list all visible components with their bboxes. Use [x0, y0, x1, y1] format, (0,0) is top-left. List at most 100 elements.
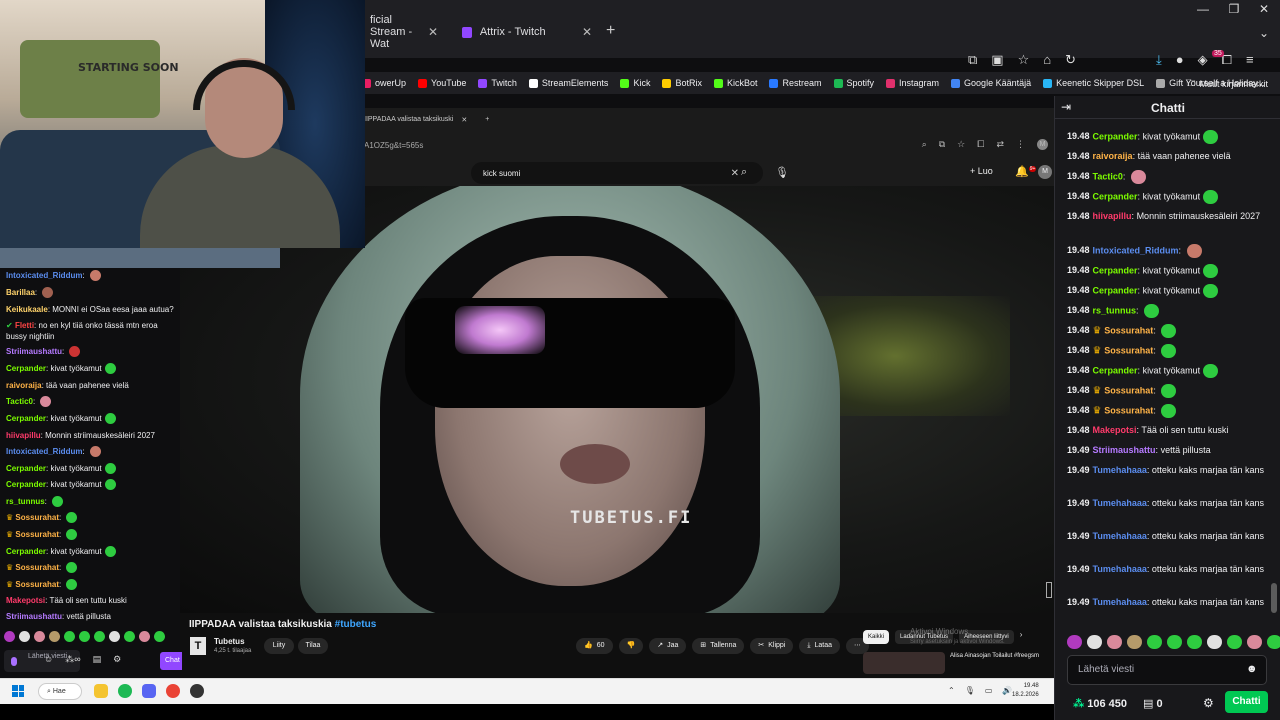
- chat-username[interactable]: Cerpander: [6, 480, 46, 489]
- chat-username[interactable]: Sossurahat: [1104, 385, 1153, 395]
- emote-picker-icon[interactable]: ☻: [1246, 663, 1258, 675]
- browser-tab-youtube[interactable]: ficial Stream - Wat ✕: [360, 14, 448, 50]
- extension-icon[interactable]: ⧠: [977, 139, 984, 150]
- chat-username[interactable]: Intoxicated_Riddum: [1093, 245, 1179, 255]
- chat-username[interactable]: Intoxicated_Riddum: [6, 447, 82, 456]
- chat-username[interactable]: raivoraija: [1093, 151, 1133, 161]
- notifications-bell-icon[interactable]: 🔔9+: [1015, 165, 1037, 178]
- close-tab-icon[interactable]: ✕: [428, 25, 438, 39]
- chat-username[interactable]: Sossurahat: [1104, 345, 1153, 355]
- chat-username[interactable]: Cerpander: [1093, 131, 1138, 141]
- chat-username[interactable]: Sossurahat: [15, 530, 59, 539]
- chat-username[interactable]: Sossurahat: [15, 580, 59, 589]
- new-tab-icon[interactable]: +: [485, 116, 489, 124]
- create-button[interactable]: + Luo: [970, 166, 993, 176]
- spotify-icon[interactable]: [118, 684, 132, 698]
- chat-input[interactable]: Lähetä viesti: [1067, 655, 1267, 685]
- clip-button[interactable]: ✂ Klippi: [750, 638, 794, 654]
- network-icon[interactable]: ▭: [985, 686, 993, 695]
- video-hashtag[interactable]: #tubetus: [335, 619, 377, 630]
- chat-username[interactable]: Tactic0: [1093, 171, 1123, 181]
- extension-icon[interactable]: ◈: [1198, 52, 1208, 68]
- emote-icon[interactable]: [4, 631, 15, 642]
- picture-in-picture-icon[interactable]: ▣: [991, 52, 1003, 68]
- bookmark-item[interactable]: Twitch: [478, 78, 517, 88]
- bookmark-item[interactable]: BotRix: [662, 78, 702, 88]
- restore-icon[interactable]: ❐: [1219, 2, 1249, 16]
- chat-username[interactable]: Cerpander: [6, 364, 46, 373]
- bookmark-item[interactable]: owerUp: [362, 78, 406, 88]
- chat-username[interactable]: rs_tunnus: [6, 497, 45, 506]
- other-bookmarks[interactable]: 🗀 Muut kirjanmerkit: [1186, 76, 1268, 92]
- chat-username[interactable]: Cerpander: [6, 547, 46, 556]
- chat-username[interactable]: Fletti: [15, 321, 34, 330]
- like-button[interactable]: 👍 60: [576, 638, 613, 654]
- home-icon[interactable]: ⌂: [1043, 52, 1051, 68]
- video-player[interactable]: TUBETUS.FI: [180, 186, 1054, 613]
- microphone-icon[interactable]: 🎙: [775, 166, 789, 179]
- emote-icon[interactable]: [1087, 635, 1102, 649]
- microphone-icon[interactable]: [11, 657, 17, 666]
- chat-username[interactable]: Sossurahat: [15, 513, 59, 522]
- emote-icon[interactable]: [1067, 635, 1082, 649]
- chat-username[interactable]: Striimaushattu: [6, 347, 62, 356]
- chat-username[interactable]: Tumehahaaa: [1093, 531, 1147, 541]
- emote-icon[interactable]: [1207, 635, 1222, 649]
- chat-username[interactable]: Cerpander: [6, 464, 46, 473]
- chat-username[interactable]: Tactic0: [6, 397, 33, 406]
- settings-gear-icon[interactable]: ⚙: [113, 654, 121, 665]
- download-icon[interactable]: ⤓: [1156, 52, 1162, 68]
- chat-scrollbar[interactable]: [1271, 583, 1277, 613]
- emote-icon[interactable]: [1247, 635, 1262, 649]
- discord-icon[interactable]: [142, 684, 156, 698]
- emote-icon[interactable]: [64, 631, 75, 642]
- save-button[interactable]: ⊞ Tallenna: [692, 638, 745, 654]
- emote-icon[interactable]: [1107, 635, 1122, 649]
- inner-tab[interactable]: IIPPADAA valistaa taksikuski ✕ +: [364, 116, 489, 124]
- recommended-thumbnail[interactable]: [863, 652, 945, 674]
- close-tab-icon[interactable]: ✕: [461, 116, 467, 124]
- search-icon[interactable]: ⌕: [741, 166, 747, 179]
- inner-url[interactable]: A1OZ5g&t=565s: [364, 141, 423, 150]
- bookmark-item[interactable]: Spotify: [833, 78, 874, 88]
- emote-icon[interactable]: [139, 631, 150, 642]
- obs-icon[interactable]: [190, 684, 204, 698]
- close-window-icon[interactable]: ✕: [1249, 2, 1279, 16]
- chat-username[interactable]: raivoraija: [6, 381, 42, 390]
- emote-icon[interactable]: [124, 631, 135, 642]
- chevron-right-icon[interactable]: ›: [1020, 630, 1023, 644]
- menu-icon[interactable]: ⋮: [1016, 139, 1025, 150]
- emote-icon[interactable]: [154, 631, 165, 642]
- chevron-up-icon[interactable]: ⌃: [948, 686, 955, 695]
- chat-username[interactable]: Tumehahaaa: [1093, 498, 1147, 508]
- file-explorer-icon[interactable]: [94, 684, 108, 698]
- tab-list-chevron-icon[interactable]: ⌄: [1249, 26, 1279, 40]
- minimize-icon[interactable]: —: [1188, 2, 1218, 16]
- join-button[interactable]: Liity: [264, 638, 294, 654]
- taskbar-search[interactable]: ⌕ Hae: [38, 683, 82, 700]
- zoom-icon[interactable]: ⌕: [922, 139, 927, 150]
- download-button[interactable]: ⤓ Lataa: [799, 638, 840, 654]
- chat-username[interactable]: hiivapillu: [1093, 211, 1132, 221]
- send-chat-button[interactable]: Chatti: [1225, 691, 1268, 713]
- points-icon[interactable]: ⁂∞: [65, 654, 80, 665]
- taskbar-clock[interactable]: 19.48 18.2.2026: [1012, 682, 1039, 700]
- browser-tab-twitch[interactable]: Attrix - Twitch ✕: [452, 18, 602, 46]
- chat-username[interactable]: Tumehahaaa: [1093, 564, 1147, 574]
- chat-username[interactable]: Barillaa: [6, 288, 35, 297]
- account-icon[interactable]: ●: [1176, 52, 1184, 68]
- emote-icon[interactable]: [1267, 635, 1280, 649]
- chat-username[interactable]: rs_tunnus: [1093, 305, 1137, 315]
- chat-settings-gear-icon[interactable]: ⚙: [1203, 696, 1214, 710]
- emote-icon[interactable]: [1147, 635, 1162, 649]
- emote-picker-icon[interactable]: ☺: [44, 654, 53, 665]
- chat-username[interactable]: Cerpander: [1093, 265, 1138, 275]
- predictions[interactable]: ▤ 0: [1143, 697, 1163, 710]
- chat-username[interactable]: Striimaushattu: [6, 612, 62, 621]
- bookmark-star-icon[interactable]: ☆: [957, 139, 965, 150]
- emote-icon[interactable]: [1187, 635, 1202, 649]
- screenshot-icon[interactable]: ⧉: [968, 52, 977, 68]
- menu-icon[interactable]: ≡: [1246, 52, 1254, 68]
- bookmark-item[interactable]: StreamElements: [528, 78, 608, 88]
- chat-username[interactable]: Sossurahat: [1104, 325, 1153, 335]
